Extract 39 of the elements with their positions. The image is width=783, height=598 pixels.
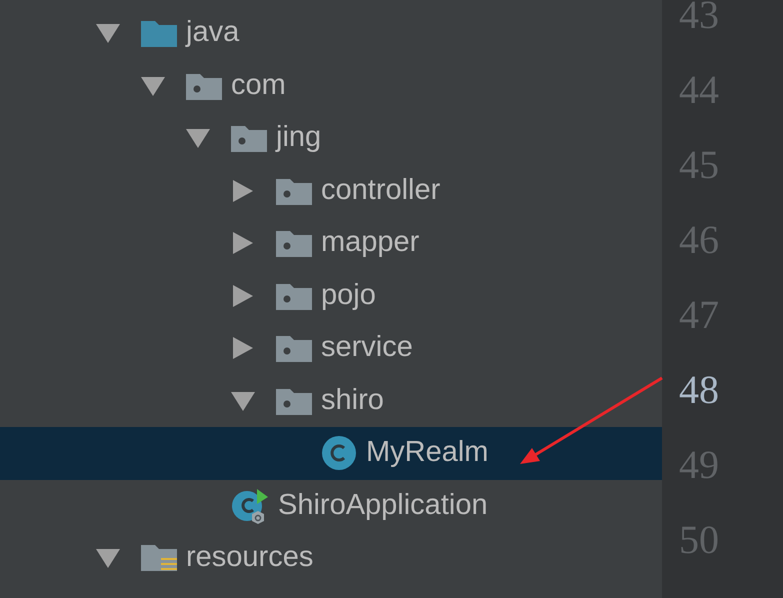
resources-folder-icon [141,543,177,574]
tree-row[interactable]: java [0,7,662,60]
tree-row[interactable]: controller [0,164,662,217]
tree-item-label: controller [321,174,440,207]
tree-item-label: MyRealm [366,437,488,470]
tree-item-label: jing [276,122,322,154]
package-folder-icon [231,124,267,152]
line-number: 48 [678,366,720,414]
tree-item-label: pojo [321,280,376,312]
tree-item-label: service [321,332,413,364]
package-folder-icon [276,176,312,205]
package-folder-icon [276,334,312,362]
collapse-icon[interactable] [230,390,256,412]
package-folder-icon [276,386,312,415]
tree-item-label: java [186,17,240,50]
tree-item-label: shiro [321,384,384,417]
tree-row[interactable]: pojo [0,270,662,322]
tree-row[interactable]: shiro [0,374,662,427]
tree-item-label: resources [186,542,314,574]
tree-item-label: mapper [321,227,420,260]
tree-row[interactable]: service [0,322,662,374]
tree-item-label: com [231,70,286,102]
collapse-icon[interactable] [185,127,211,150]
application-icon [231,486,269,525]
package-folder-icon [186,72,222,100]
tree-row[interactable]: resources [0,532,662,584]
package-folder-icon [276,282,312,310]
package-folder-icon [276,229,312,258]
tree-row[interactable]: jing [0,112,662,164]
tree-row[interactable]: com [0,60,662,112]
tree-row[interactable]: mapper [0,217,662,270]
collapse-icon[interactable] [95,547,121,570]
tree-item-label: ShiroApplication [278,490,488,522]
folder-icon [141,19,177,48]
collapse-icon[interactable] [140,74,166,97]
tree-row[interactable]: ShiroApplication [0,480,662,532]
class-icon [321,435,357,472]
selected-tree-row[interactable]: MyRealm [0,427,662,480]
collapse-icon[interactable] [95,22,121,44]
